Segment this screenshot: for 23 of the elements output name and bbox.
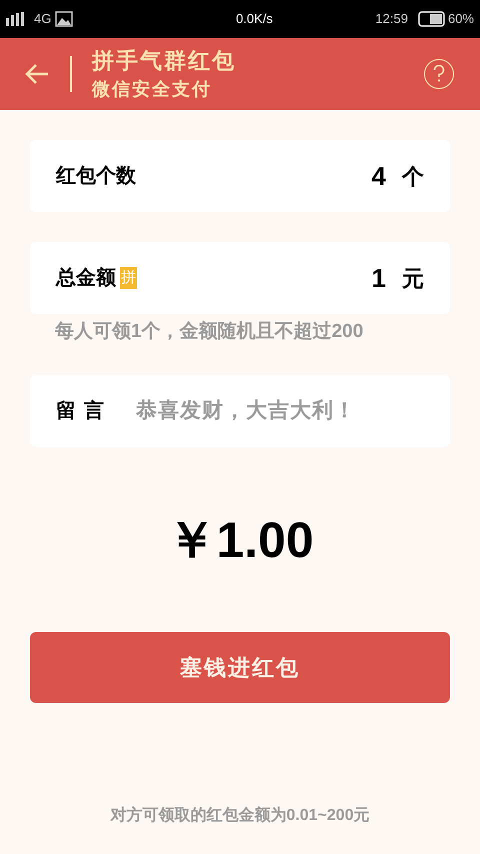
- pin-badge: 拼: [120, 267, 137, 289]
- speed-label: 0.0K/s: [234, 10, 273, 28]
- header-subtitle: 微信安全支付: [92, 78, 213, 101]
- hint-text: 每人可领1个，金额随机且不超过200: [55, 320, 364, 344]
- battery-label: 60%: [448, 10, 474, 28]
- field-label: 留言: [56, 398, 112, 424]
- image-icon: [55, 11, 74, 27]
- question-icon: [433, 65, 445, 83]
- value-text[interactable]: 1: [372, 258, 386, 298]
- total-amount: ￥1.00: [165, 510, 315, 570]
- unit-label: 元: [402, 264, 424, 292]
- field-label: 红包个数: [56, 164, 136, 189]
- network-label: 4G: [34, 10, 52, 28]
- field-label: 总金额: [56, 266, 116, 291]
- submit-button[interactable]: 塞钱进红包: [30, 632, 450, 702]
- value-text[interactable]: 4: [372, 156, 386, 196]
- unit-label: 个: [402, 162, 424, 190]
- help-button[interactable]: [424, 59, 454, 89]
- header-title: 拼手气群红包: [92, 47, 236, 75]
- back-arrow-icon: [24, 62, 50, 86]
- time-label: 12:59: [375, 10, 408, 28]
- footer-note: 对方可领取的红包金额为0.01~200元: [109, 805, 371, 826]
- battery-icon: [418, 11, 446, 27]
